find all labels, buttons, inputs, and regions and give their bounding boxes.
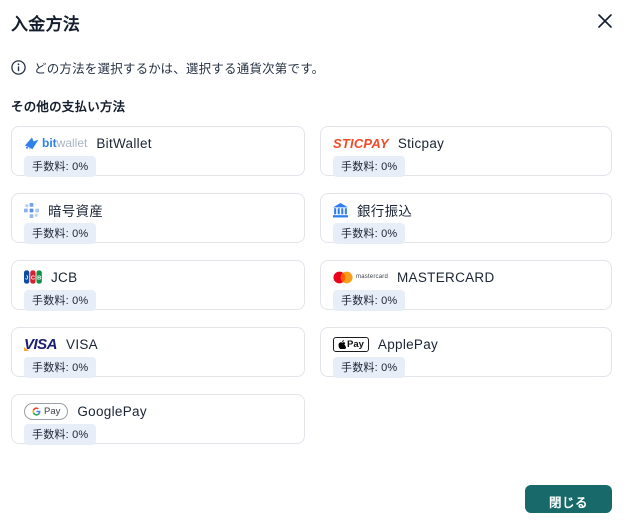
fee-badge: 手数料: 0% xyxy=(24,156,97,177)
info-icon xyxy=(11,60,26,75)
payment-method-card-jcb[interactable]: J C B JCB 手数料: 0% xyxy=(11,260,305,311)
payment-method-card-googlepay[interactable]: Pay GooglePay 手数料: 0% xyxy=(11,394,305,445)
payment-method-name: 銀行振込 xyxy=(357,204,413,219)
svg-text:B: B xyxy=(37,275,41,281)
payment-method-card-sticpay[interactable]: STICPAY Sticpay 手数料: 0% xyxy=(320,126,612,177)
svg-text:C: C xyxy=(31,275,35,281)
jcb-logo-icon: J C B xyxy=(24,270,42,284)
payment-methods-grid: bit wallet BitWallet 手数料: 0% STICPAY Stic… xyxy=(11,126,612,445)
payment-method-name: VISA xyxy=(66,336,98,352)
fee-badge: 手数料: 0% xyxy=(333,290,406,311)
payment-method-name: BitWallet xyxy=(96,135,152,151)
payment-method-name: ApplePay xyxy=(377,336,439,352)
fee-badge: 手数料: 0% xyxy=(24,290,97,311)
info-row: どの方法を選択するかは、選択する通貨次第です。 xyxy=(11,58,324,77)
fee-badge: 手数料: 0% xyxy=(333,223,406,244)
fee-badge: 手数料: 0% xyxy=(24,357,97,378)
crypto-icon xyxy=(24,202,39,218)
fee-badge: 手数料: 0% xyxy=(24,223,97,244)
payment-method-card-bitwallet[interactable]: bit wallet BitWallet 手数料: 0% xyxy=(11,126,305,177)
payment-method-card-crypto[interactable]: 暗号資産 手数料: 0% xyxy=(11,193,305,244)
payment-method-card-bank-transfer[interactable]: 銀行振込 手数料: 0% xyxy=(320,193,612,244)
payment-method-card-mastercard[interactable]: mastercard MASTERCARD 手数料: 0% xyxy=(320,260,612,311)
fee-badge: 手数料: 0% xyxy=(24,424,97,445)
payment-method-name: MASTERCARD xyxy=(397,269,495,285)
payment-method-name: GooglePay xyxy=(77,403,147,419)
close-button[interactable]: 閉じる xyxy=(524,485,612,513)
payment-method-name: JCB xyxy=(51,269,78,285)
page-title: 入金方法 xyxy=(11,15,81,34)
bank-icon xyxy=(333,202,348,218)
sticpay-logo-icon: STICPAY xyxy=(333,135,389,151)
payment-method-card-visa[interactable]: VISA VISA 手数料: 0% xyxy=(11,327,305,378)
payment-method-name: Sticpay xyxy=(397,135,445,151)
payment-method-card-applepay[interactable]: Pay ApplePay 手数料: 0% xyxy=(320,327,612,378)
section-title: その他の支払い方法 xyxy=(11,100,126,114)
visa-logo-icon: VISA xyxy=(24,335,58,353)
payment-method-name: 暗号資産 xyxy=(48,204,104,219)
fee-badge: 手数料: 0% xyxy=(333,156,406,177)
applepay-logo-icon: Pay xyxy=(333,336,369,352)
bitwallet-logo-icon: bit wallet xyxy=(24,136,87,150)
close-icon[interactable] xyxy=(596,12,614,30)
fee-badge: 手数料: 0% xyxy=(333,357,406,378)
deposit-method-dialog: 入金方法 どの方法を選択するかは、選択する通貨次第です。 その他の支払い方法 b… xyxy=(0,0,626,529)
info-text: どの方法を選択するかは、選択する通貨次第です。 xyxy=(34,62,325,76)
mastercard-logo-icon: mastercard xyxy=(333,271,388,284)
googlepay-logo-icon: Pay xyxy=(24,402,69,420)
svg-text:J: J xyxy=(25,275,28,281)
